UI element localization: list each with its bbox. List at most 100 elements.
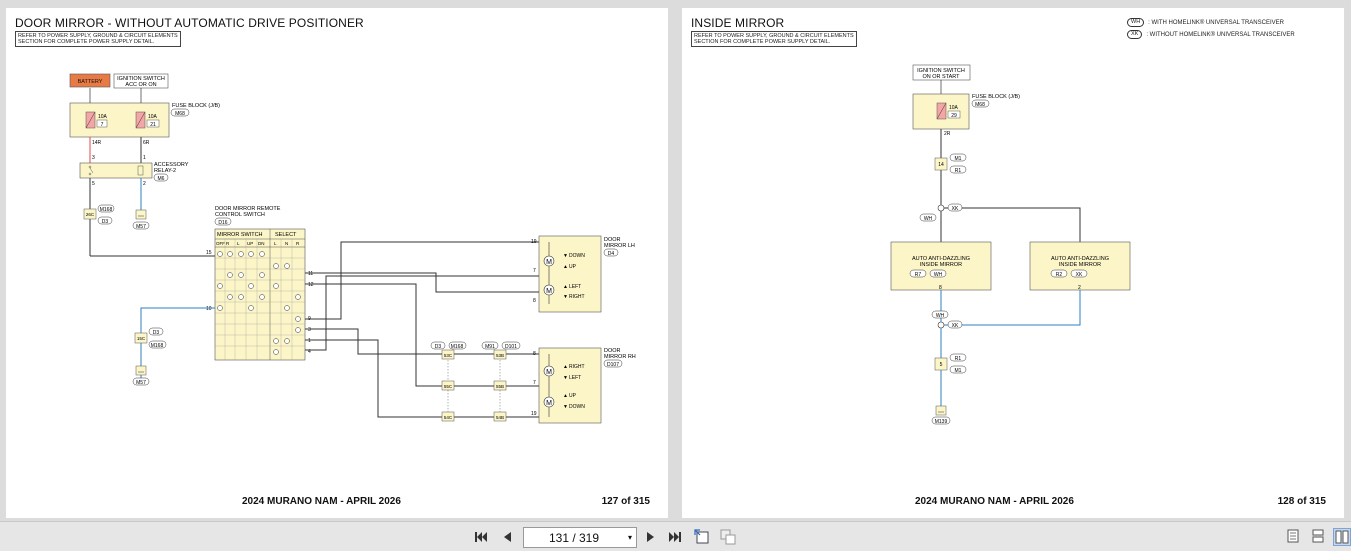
fuse-conn: M68: [175, 111, 185, 117]
arrow-up-icon: ▲: [563, 264, 568, 270]
svg-text:M57: M57: [136, 224, 146, 230]
mirror-signal-wires: [305, 241, 539, 418]
svg-text:WH: WH: [924, 216, 933, 222]
svg-text:55B: 55B: [496, 384, 504, 389]
svg-text:M68: M68: [975, 102, 985, 108]
arrow-up-icon: ▲: [563, 393, 568, 399]
door-mirror-lh: [538, 235, 602, 313]
svg-text:RIGHT: RIGHT: [569, 294, 585, 300]
svg-text:D101: D101: [505, 344, 517, 350]
svg-text:XK: XK: [1076, 272, 1083, 278]
svg-text:M91: M91: [485, 344, 495, 350]
svg-text:LEFT: LEFT: [569, 284, 581, 290]
svg-text:UP: UP: [569, 393, 577, 399]
svg-text:5: 5: [92, 181, 95, 187]
svg-text:29: 29: [951, 113, 957, 119]
svg-text:MIRROR RH: MIRROR RH: [604, 354, 636, 360]
svg-text:6R: 6R: [143, 140, 150, 146]
svg-text:M: M: [546, 288, 552, 295]
arrow-down-icon: ▼: [563, 253, 568, 259]
arrow-left-icon: ▼: [563, 375, 568, 381]
page-number: 128 of 315: [1277, 496, 1326, 507]
accessory-relay-2: [79, 162, 153, 179]
svg-text:10A: 10A: [148, 114, 158, 120]
svg-text:2R: 2R: [944, 131, 951, 137]
page-128: INSIDE MIRROR REFER TO POWER SUPPLY, GRO…: [682, 8, 1344, 518]
page-number-select[interactable]: 131 / 319 ▾: [523, 527, 637, 548]
svg-text:INSIDE MIRROR: INSIDE MIRROR: [920, 262, 962, 268]
svg-text:14R: 14R: [92, 140, 102, 146]
prev-page-icon[interactable]: [499, 529, 515, 545]
pdf-toolbar: 131 / 319 ▾: [0, 521, 1351, 551]
svg-text:M139: M139: [935, 419, 948, 425]
svg-text:M: M: [546, 369, 552, 376]
page-127: DOOR MIRROR - WITHOUT AUTOMATIC DRIVE PO…: [6, 8, 668, 518]
svg-text:M6: M6: [158, 176, 165, 182]
svg-text:INSIDE MIRROR: INSIDE MIRROR: [1059, 262, 1101, 268]
arrow-left-icon: ▲: [563, 284, 568, 290]
arrow-right-icon: ▼: [563, 294, 568, 300]
svg-text:11: 11: [308, 271, 313, 277]
svg-text:UP: UP: [247, 241, 253, 246]
page-footer: 2024 MURANO NAM - APRIL 2026: [242, 496, 401, 507]
svg-text:D16: D16: [218, 220, 227, 226]
single-page-view-icon[interactable]: [1285, 528, 1301, 544]
arrow-right-icon: ▲: [563, 364, 568, 370]
svg-text:M1: M1: [955, 156, 962, 162]
ground-icon: [135, 365, 147, 376]
page-footer: 2024 MURANO NAM - APRIL 2026: [915, 496, 1074, 507]
continuous-view-icon[interactable]: [1310, 528, 1326, 544]
svg-text:15: 15: [206, 250, 212, 256]
svg-text:7: 7: [101, 122, 104, 128]
first-page-icon[interactable]: [473, 529, 489, 545]
svg-text:19: 19: [531, 239, 537, 245]
svg-text:10: 10: [206, 306, 212, 312]
svg-text:7: 7: [533, 268, 536, 274]
svg-text:WH: WH: [936, 313, 945, 319]
svg-text:FUSE BLOCK (J/B): FUSE BLOCK (J/B): [972, 94, 1020, 100]
mirror-switch-box: [214, 228, 306, 361]
svg-text:M168: M168: [151, 343, 164, 349]
svg-text:R1: R1: [955, 168, 962, 174]
next-page-icon[interactable]: [643, 529, 659, 545]
svg-text:8: 8: [533, 351, 536, 357]
arrow-down-icon: ▼: [563, 404, 568, 410]
svg-text:55C: 55C: [444, 384, 453, 389]
fuse-block-label: FUSE BLOCK (J/B): [172, 103, 220, 109]
svg-text:15C: 15C: [137, 336, 146, 341]
svg-text:MIRROR LH: MIRROR LH: [604, 243, 635, 249]
svg-text:OFF: OFF: [216, 241, 225, 246]
svg-text:D3: D3: [102, 219, 109, 225]
svg-text:LEFT: LEFT: [569, 375, 581, 381]
svg-text:54B: 54B: [496, 415, 504, 420]
svg-text:CONTROL SWITCH: CONTROL SWITCH: [215, 212, 265, 218]
two-page-view-icon[interactable]: [1333, 528, 1351, 546]
svg-text:UP: UP: [569, 264, 577, 270]
svg-text:10A: 10A: [98, 114, 108, 120]
svg-text:ON OR START: ON OR START: [922, 74, 960, 80]
svg-text:D4: D4: [608, 251, 615, 257]
fit-page-icon[interactable]: [694, 529, 710, 545]
svg-text:SELECT: SELECT: [275, 232, 297, 238]
svg-text:DN: DN: [258, 241, 265, 246]
svg-text:M57: M57: [136, 380, 146, 386]
svg-text:12: 12: [308, 282, 314, 288]
chevron-down-icon: ▾: [627, 533, 632, 542]
svg-text:M1: M1: [955, 368, 962, 374]
svg-text:XK: XK: [952, 206, 959, 212]
actual-size-icon[interactable]: [720, 529, 736, 545]
svg-text:R7: R7: [915, 272, 922, 278]
svg-text:R1: R1: [955, 356, 962, 362]
svg-text:54C: 54C: [444, 415, 453, 420]
svg-text:M: M: [546, 259, 552, 266]
svg-text:MIRROR SWITCH: MIRROR SWITCH: [217, 232, 263, 238]
svg-text:1: 1: [143, 155, 146, 161]
svg-text:3: 3: [308, 327, 311, 333]
ignition-label-2: ACC OR ON: [125, 82, 156, 88]
last-page-icon[interactable]: [667, 529, 683, 545]
svg-text:D3: D3: [153, 330, 160, 336]
ground-icon: [935, 405, 947, 416]
door-mirror-wiring-diagram: BATTERY IGNITION SWITCH ACC OR ON FUSE B…: [69, 73, 636, 424]
svg-text:26C: 26C: [86, 212, 95, 217]
page-number: 127 of 315: [601, 496, 650, 507]
